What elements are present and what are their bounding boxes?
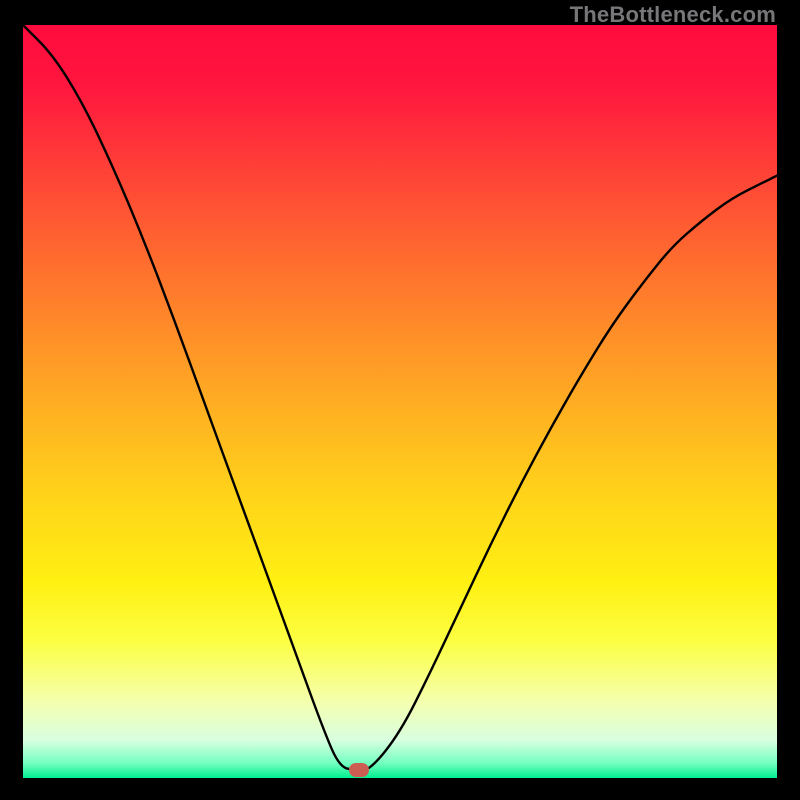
curve-line [23, 25, 777, 778]
data-marker [349, 763, 369, 777]
chart-frame: TheBottleneck.com [0, 0, 800, 800]
